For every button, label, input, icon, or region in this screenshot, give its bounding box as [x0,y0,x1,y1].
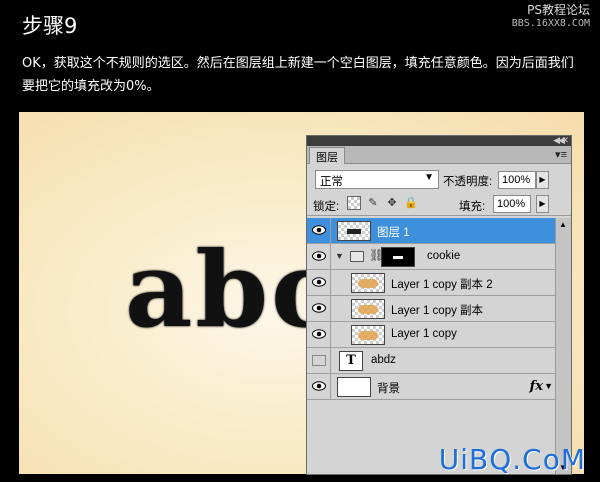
text-layer-t-icon: T [339,351,363,371]
visibility-toggle[interactable] [307,244,331,269]
layer-name[interactable]: Layer 1 copy 副本 [391,302,483,318]
lock-label: 锁定: [313,201,340,213]
visibility-toggle[interactable] [307,374,331,399]
panel-title-bar: ◀◀ ✕ [307,135,571,146]
opacity-field[interactable]: 100% [498,171,536,189]
site-url: BBS.16XX8.COM [511,18,590,29]
layer-name[interactable]: abdz [371,354,396,366]
visibility-toggle[interactable] [307,322,331,347]
fx-effects-icon[interactable]: fx [530,379,543,394]
site-name: PS教程论坛 [527,3,590,17]
layers-list: 图层 1 ▼ ⛓ cookie Layer 1 copy 副本 2 Layer … [307,218,555,400]
layer-row-background[interactable]: 背景 fx ▼ [307,374,555,400]
lock-all-icon[interactable]: 🔒 [404,196,418,210]
layer-row-cookie-group[interactable]: ▼ ⛓ cookie [307,244,555,270]
visibility-toggle[interactable] [307,218,331,243]
fx-expand-arrow-icon[interactable]: ▼ [544,381,553,391]
layer-row-layer-1[interactable]: 图层 1 [307,218,555,244]
layers-panel: ◀◀ ✕ 图层 ▾≡ 正常 ▼ 不透明度: 100% ▶ 锁定: ✎ ✥ 🔒 填… [306,135,572,475]
lock-icons: ✎ ✥ 🔒 [347,196,418,210]
eye-icon [312,303,326,313]
layers-scrollbar[interactable]: ▲ ▼ [555,218,571,474]
visibility-toggle[interactable] [307,296,331,321]
group-expand-arrow-icon[interactable]: ▼ [335,251,344,261]
blend-mode-value: 正常 [320,176,343,188]
blend-row: 正常 ▼ 不透明度: 100% ▶ [307,168,571,192]
layer-name[interactable]: Layer 1 copy 副本 2 [391,276,493,292]
site-logo: PS教程论坛 BBS.16XX8.COM [512,4,590,30]
visibility-toggle[interactable] [307,348,331,373]
fill-slider-arrow-icon[interactable]: ▶ [536,195,549,213]
panel-menu-icon[interactable]: ▾≡ [555,148,567,161]
layer-thumbnail [351,273,385,293]
layer-row-layer-1-copy-2[interactable]: Layer 1 copy 副本 2 [307,270,555,296]
step-description: OK，获取这个不规则的选区。然后在图层组上新建一个空白图层，填充任意颜色。因为后… [22,56,574,94]
watermark-logo: UiBQ.CoM [438,443,586,476]
layer-thumbnail [337,377,371,397]
eye-icon [312,329,326,339]
layer-thumbnail [351,325,385,345]
fill-field[interactable]: 100% [493,195,531,213]
folder-icon [350,251,364,262]
blend-mode-select[interactable]: 正常 ▼ [315,170,439,189]
layer-name[interactable]: cookie [427,250,460,262]
layer-thumbnail [337,221,371,241]
layer-name[interactable]: 背景 [377,380,400,396]
layer-row-layer-1-copy[interactable]: Layer 1 copy [307,322,555,348]
opacity-slider-arrow-icon[interactable]: ▶ [536,171,549,189]
opacity-label: 不透明度: [443,176,493,188]
eye-icon [312,381,326,391]
eye-icon [312,277,326,287]
layer-thumbnail [351,299,385,319]
scroll-up-arrow-icon[interactable]: ▲ [559,220,567,229]
layer-row-abdz-text[interactable]: T abdz [307,348,555,374]
visibility-toggle[interactable] [307,270,331,295]
fill-label: 填充: [459,201,486,213]
close-icon[interactable]: ✕ [561,135,569,146]
tab-layers[interactable]: 图层 [309,147,345,164]
lock-pixels-brush-icon[interactable]: ✎ [366,196,380,210]
layer-name[interactable]: 图层 1 [377,224,410,240]
lock-position-move-icon[interactable]: ✥ [385,196,399,210]
dropdown-arrow-icon: ▼ [424,172,434,183]
layer-mask-thumbnail[interactable] [381,247,415,267]
lock-transparency-icon[interactable] [347,196,361,210]
eye-icon [312,225,326,235]
lock-row: 锁定: ✎ ✥ 🔒 填充: 100% ▶ [307,194,571,216]
panel-tab-bar: 图层 ▾≡ [307,146,571,164]
layer-name[interactable]: Layer 1 copy [391,328,457,340]
hidden-eye-box-icon [312,355,326,366]
eye-icon [312,251,326,261]
step-title: 步骤9 [22,14,78,38]
layer-row-layer-1-copy-1[interactable]: Layer 1 copy 副本 [307,296,555,322]
